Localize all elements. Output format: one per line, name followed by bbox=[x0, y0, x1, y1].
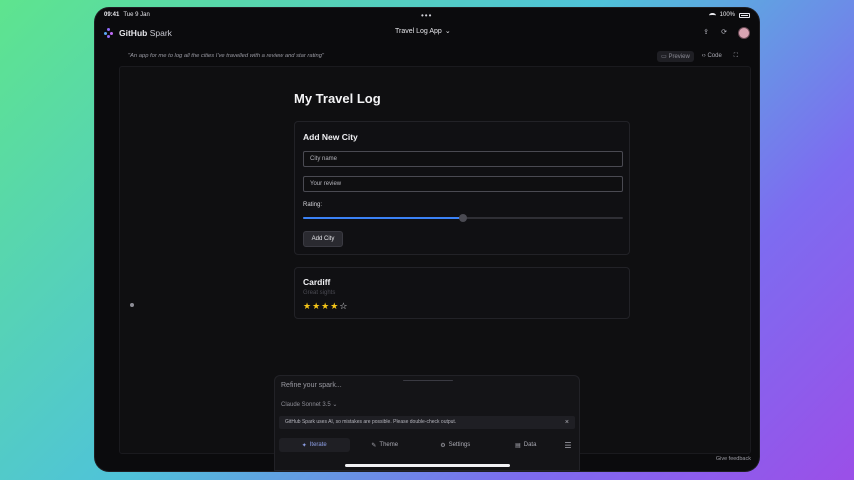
nav-theme[interactable]: ✎ Theme bbox=[350, 438, 421, 452]
close-icon[interactable]: × bbox=[565, 416, 569, 429]
avatar[interactable] bbox=[738, 27, 750, 39]
rating-slider-thumb[interactable] bbox=[459, 214, 467, 222]
window-icon: ▭ bbox=[661, 53, 667, 60]
review-input[interactable]: Your review bbox=[303, 176, 623, 192]
multitask-dots-icon[interactable]: ••• bbox=[421, 11, 432, 20]
battery-icon bbox=[739, 12, 750, 18]
home-indicator[interactable] bbox=[345, 464, 510, 467]
add-city-card: Add New City City name Your review Ratin… bbox=[294, 121, 630, 255]
nav-data[interactable]: ▤ Data bbox=[491, 438, 562, 452]
tab-code[interactable]: ‹› Code bbox=[698, 51, 726, 61]
prompt-bar: "An app for me to log all the cities I'v… bbox=[119, 48, 751, 64]
device-frame: 09:41 Tue 9 Jan ••• 100% GitHub Spark Tr… bbox=[95, 8, 759, 471]
fullscreen-icon[interactable]: ⛶ bbox=[730, 51, 742, 62]
star-filled-icon: ★ bbox=[303, 301, 312, 311]
entry-review: Great sights bbox=[303, 290, 336, 296]
star-rating: ★ ★ ★ ★ ☆ bbox=[303, 301, 347, 311]
star-filled-icon: ★ bbox=[330, 301, 339, 311]
city-entry-card: Cardiff Great sights ★ ★ ★ ★ ☆ bbox=[294, 267, 630, 319]
composer-panel: Refine your spark... Claude Sonnet 3.5 ⌄… bbox=[274, 375, 580, 471]
add-city-button[interactable]: Add City bbox=[303, 231, 343, 247]
chevron-down-icon: ⌄ bbox=[444, 28, 451, 35]
ai-notice: GitHub Spark uses AI, so mistakes are po… bbox=[279, 416, 575, 429]
rating-slider-fill bbox=[303, 217, 463, 219]
status-time: 09:41 bbox=[104, 12, 120, 18]
spark-logo-icon bbox=[104, 28, 114, 38]
sparkle-icon: ✦ bbox=[301, 442, 307, 449]
tab-preview[interactable]: ▭ Preview bbox=[657, 50, 694, 62]
battery-percent: 100% bbox=[719, 12, 735, 18]
brand-name[interactable]: GitHub Spark bbox=[119, 28, 172, 38]
status-bar: 09:41 Tue 9 Jan ••• 100% bbox=[95, 8, 759, 22]
app-header: GitHub Spark Travel Log App ⌄ ⇪ ⟳ bbox=[95, 22, 759, 44]
composer-nav: ✦ Iterate ✎ Theme ⚙ Settings ▤ Data ☰ bbox=[279, 437, 575, 453]
app-title-dropdown[interactable]: Travel Log App ⌄ bbox=[395, 27, 451, 36]
status-date: Tue 9 Jan bbox=[123, 12, 150, 18]
entry-city-name: Cardiff bbox=[303, 277, 331, 287]
model-selector[interactable]: Claude Sonnet 3.5 ⌄ bbox=[281, 401, 337, 408]
database-icon: ▤ bbox=[515, 442, 521, 449]
rating-label: Rating: bbox=[303, 202, 323, 208]
star-filled-icon: ★ bbox=[312, 301, 321, 311]
star-empty-icon: ☆ bbox=[339, 301, 348, 311]
code-icon: ‹› bbox=[701, 53, 706, 59]
wifi-icon bbox=[708, 12, 716, 18]
prompt-text: "An app for me to log all the cities I'v… bbox=[128, 53, 324, 59]
page-title: My Travel Log bbox=[294, 91, 381, 106]
refresh-icon[interactable]: ⟳ bbox=[720, 29, 728, 37]
gear-icon: ⚙ bbox=[440, 442, 446, 449]
refine-input[interactable]: Refine your spark... bbox=[281, 382, 495, 389]
star-filled-icon: ★ bbox=[321, 301, 330, 311]
nav-settings[interactable]: ⚙ Settings bbox=[420, 438, 491, 452]
share-icon[interactable]: ⇪ bbox=[702, 29, 710, 37]
give-feedback-link[interactable]: Give feedback bbox=[716, 456, 751, 462]
menu-icon[interactable]: ☰ bbox=[561, 441, 575, 450]
rating-slider[interactable] bbox=[303, 214, 623, 222]
card-title: Add New City bbox=[303, 132, 358, 142]
drag-handle[interactable] bbox=[403, 380, 453, 381]
chevron-down-icon: ⌄ bbox=[332, 402, 338, 408]
city-name-input[interactable]: City name bbox=[303, 151, 623, 167]
nav-iterate[interactable]: ✦ Iterate bbox=[279, 438, 350, 452]
side-handle-dot[interactable] bbox=[130, 303, 134, 307]
brush-icon: ✎ bbox=[371, 442, 377, 449]
